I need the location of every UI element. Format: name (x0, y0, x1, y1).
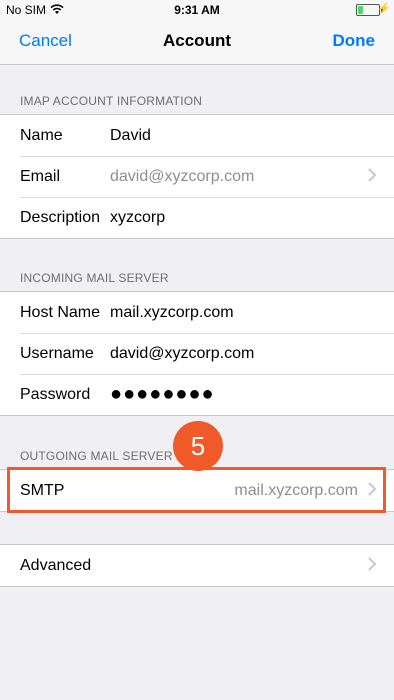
email-row[interactable]: Email david@xyzcorp.com (0, 156, 394, 197)
step-number-badge: 5 (173, 421, 223, 471)
email-label: Email (20, 168, 61, 185)
advanced-group: Advanced (0, 544, 394, 587)
host-name-label: Host Name (20, 304, 101, 321)
name-label: Name (20, 127, 63, 144)
name-row[interactable]: Name David (0, 115, 394, 156)
navigation-bar: Cancel Account Done (0, 20, 394, 65)
email-value: david@xyzcorp.com (110, 168, 255, 185)
charging-icon: ⚡ (377, 3, 391, 15)
incoming-server-group: Host Name mail.xyzcorp.com Username davi… (0, 291, 394, 416)
outgoing-section-header: OUTGOING MAIL SERVER (20, 449, 173, 463)
status-bar: No SIM 9:31 AM ⚡ (0, 0, 394, 20)
advanced-label: Advanced (20, 557, 92, 574)
outgoing-server-group: SMTP mail.xyzcorp.com (0, 469, 394, 512)
smtp-server-value: mail.xyzcorp.com (234, 482, 358, 499)
chevron-right-icon (368, 482, 377, 496)
username-field[interactable]: david@xyzcorp.com (110, 345, 254, 363)
incoming-section-header: INCOMING MAIL SERVER (20, 271, 169, 285)
username-row[interactable]: Username david@xyzcorp.com (0, 333, 394, 374)
smtp-label: SMTP (20, 482, 65, 499)
chevron-right-icon (368, 168, 377, 182)
password-row[interactable]: Password ●●●●●●●● (0, 374, 394, 415)
imap-section-header: IMAP ACCOUNT INFORMATION (20, 94, 203, 108)
status-time: 9:31 AM (174, 3, 220, 17)
username-label: Username (20, 345, 94, 362)
chevron-right-icon (368, 557, 377, 571)
host-name-field[interactable]: mail.xyzcorp.com (110, 304, 234, 322)
advanced-row[interactable]: Advanced (0, 545, 394, 586)
smtp-row[interactable]: SMTP mail.xyzcorp.com (0, 470, 394, 511)
name-field[interactable]: David (110, 127, 151, 145)
host-name-row[interactable]: Host Name mail.xyzcorp.com (0, 292, 394, 333)
description-row[interactable]: Description xyzcorp (0, 197, 394, 238)
description-field[interactable]: xyzcorp (110, 209, 165, 227)
description-label: Description (20, 209, 101, 226)
password-field[interactable]: ●●●●●●●● (110, 383, 215, 406)
password-label: Password (20, 386, 91, 403)
done-button[interactable]: Done (333, 31, 376, 51)
imap-account-group: Name David Email david@xyzcorp.com Descr… (0, 114, 394, 239)
